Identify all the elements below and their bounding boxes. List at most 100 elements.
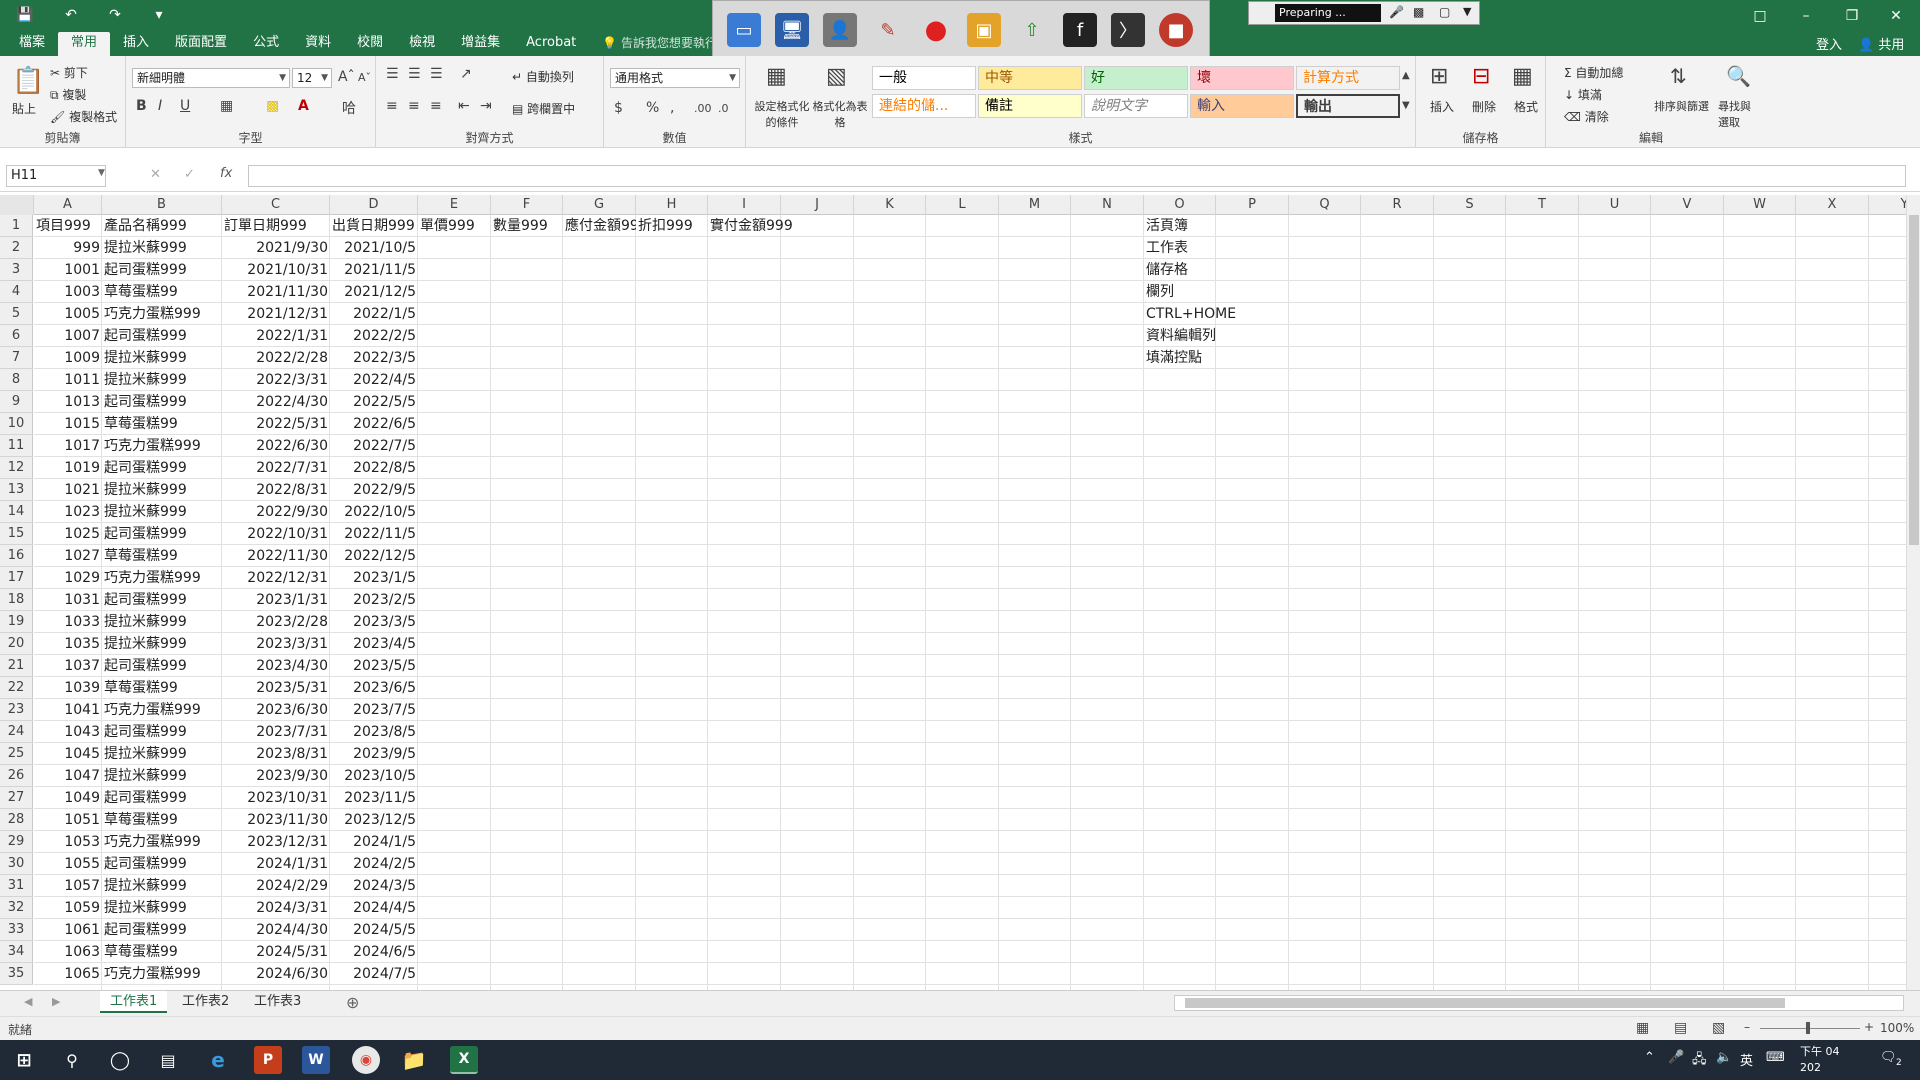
- style-normal[interactable]: 一般: [872, 66, 976, 90]
- cell[interactable]: 2022/11/30: [222, 545, 330, 567]
- cell[interactable]: 1011: [34, 369, 102, 391]
- powerpoint-icon[interactable]: P: [254, 1046, 282, 1074]
- column-header-f[interactable]: F: [491, 195, 563, 215]
- cell[interactable]: 2023/2/5: [330, 589, 418, 611]
- row-header[interactable]: 19: [0, 611, 33, 633]
- select-all-corner[interactable]: [0, 195, 34, 215]
- cell[interactable]: 2022/12/5: [330, 545, 418, 567]
- ime-indicator[interactable]: 英: [1740, 1050, 1753, 1069]
- style-note[interactable]: 備註: [978, 94, 1082, 118]
- cell[interactable]: 1025: [34, 523, 102, 545]
- cell[interactable]: 2023/10/31: [222, 787, 330, 809]
- align-right-icon[interactable]: ≡: [430, 98, 442, 114]
- cell[interactable]: 2023/9/30: [222, 765, 330, 787]
- cell[interactable]: 2023/10/5: [330, 765, 418, 787]
- column-header-c[interactable]: C: [222, 195, 330, 215]
- cell[interactable]: 提拉米蘇999: [102, 743, 222, 765]
- column-header-s[interactable]: S: [1434, 195, 1506, 215]
- conditional-format-icon[interactable]: ▦: [766, 64, 787, 89]
- cell[interactable]: 1045: [34, 743, 102, 765]
- style-bad[interactable]: 壞: [1190, 66, 1294, 90]
- column-header-n[interactable]: N: [1071, 195, 1144, 215]
- terminal-icon[interactable]: 〉: [1111, 13, 1145, 47]
- sort-filter-icon[interactable]: ⇅: [1670, 64, 1687, 88]
- delete-cells-icon[interactable]: ⊟: [1472, 64, 1490, 89]
- format-painter-button[interactable]: 🖌 複製格式: [50, 108, 117, 125]
- row-header[interactable]: 20: [0, 633, 33, 655]
- add-sheet-icon[interactable]: ⊕: [346, 993, 359, 1012]
- styles-more-icon[interactable]: ▼: [1402, 100, 1410, 111]
- sort-filter-button[interactable]: 排序與篩選: [1654, 98, 1709, 114]
- cell[interactable]: 2022/1/31: [222, 325, 330, 347]
- row-header[interactable]: 1: [0, 215, 33, 237]
- edge-icon[interactable]: e: [204, 1046, 232, 1074]
- page-break-view-icon[interactable]: ▧: [1712, 1020, 1725, 1036]
- cell[interactable]: 2023/8/31: [222, 743, 330, 765]
- dropdown-icon[interactable]: ▼: [1463, 5, 1471, 18]
- pen-icon[interactable]: ✎: [871, 13, 905, 47]
- row-header[interactable]: 3: [0, 259, 33, 281]
- notification-icon[interactable]: 🗨: [1880, 1050, 1897, 1065]
- row-header[interactable]: 22: [0, 677, 33, 699]
- sheet-tab-3[interactable]: 工作表3: [244, 991, 311, 1013]
- cell[interactable]: 2022/8/31: [222, 479, 330, 501]
- find-select-button[interactable]: 尋找與選取: [1718, 98, 1754, 130]
- row-header[interactable]: 18: [0, 589, 33, 611]
- cell[interactable]: 2024/7/5: [330, 963, 418, 985]
- cut-button[interactable]: ✂ 剪下: [50, 64, 88, 81]
- shrink-font-icon[interactable]: Aˇ: [358, 71, 371, 84]
- cell[interactable]: 2022/4/30: [222, 391, 330, 413]
- column-header-a[interactable]: A: [34, 195, 102, 215]
- currency-icon[interactable]: $: [614, 100, 623, 116]
- cell[interactable]: 提拉米蘇999: [102, 897, 222, 919]
- zoom-level[interactable]: 100%: [1880, 1021, 1914, 1035]
- row-header[interactable]: 33: [0, 919, 33, 941]
- cell[interactable]: 1015: [34, 413, 102, 435]
- cell[interactable]: 起司蛋糕999: [102, 589, 222, 611]
- cell[interactable]: 1033: [34, 611, 102, 633]
- insert-function-icon[interactable]: fx: [220, 166, 232, 181]
- cell[interactable]: 2022/7/5: [330, 435, 418, 457]
- cell[interactable]: 草莓蛋糕99: [102, 281, 222, 303]
- vertical-scrollbar[interactable]: [1906, 195, 1920, 990]
- cell[interactable]: 起司蛋糕999: [102, 721, 222, 743]
- chrome-icon[interactable]: ◉: [352, 1046, 380, 1074]
- cell[interactable]: 巧克力蛋糕999: [102, 699, 222, 721]
- row-header[interactable]: 8: [0, 369, 33, 391]
- cell[interactable]: 2022/11/5: [330, 523, 418, 545]
- cell[interactable]: 提拉米蘇999: [102, 501, 222, 523]
- cell[interactable]: 1031: [34, 589, 102, 611]
- cell[interactable]: 儲存格: [1144, 259, 1264, 281]
- cell[interactable]: 草莓蛋糕99: [102, 545, 222, 567]
- cortana-icon[interactable]: ◯: [106, 1046, 134, 1074]
- tray-expand-icon[interactable]: ⌃: [1644, 1050, 1655, 1065]
- row-header[interactable]: 29: [0, 831, 33, 853]
- cell[interactable]: 2022/10/5: [330, 501, 418, 523]
- row-header[interactable]: 2: [0, 237, 33, 259]
- cell[interactable]: 起司蛋糕999: [102, 853, 222, 875]
- tab-insert[interactable]: 插入: [110, 32, 162, 56]
- share-button[interactable]: 👤 共用: [1858, 34, 1904, 53]
- sheet-tab-2[interactable]: 工作表2: [172, 991, 239, 1013]
- cell[interactable]: 訂單日期999: [222, 215, 330, 237]
- cell[interactable]: 活頁簿: [1144, 215, 1264, 237]
- cell[interactable]: 2024/6/30: [222, 963, 330, 985]
- cell[interactable]: 1043: [34, 721, 102, 743]
- horizontal-scroll-thumb[interactable]: [1185, 998, 1785, 1008]
- font-name-combo[interactable]: 新細明體 ▼: [132, 68, 290, 88]
- italic-button[interactable]: I: [158, 98, 162, 114]
- cell[interactable]: 2022/7/31: [222, 457, 330, 479]
- column-header-o[interactable]: O: [1144, 195, 1216, 215]
- row-header[interactable]: 10: [0, 413, 33, 435]
- decrease-indent-icon[interactable]: ⇤: [458, 98, 470, 114]
- font-size-combo[interactable]: 12 ▼: [292, 68, 332, 88]
- sheet-tab-1[interactable]: 工作表1: [100, 991, 168, 1013]
- clear-button[interactable]: ⌫ 清除: [1564, 108, 1609, 125]
- row-header[interactable]: 27: [0, 787, 33, 809]
- delete-cells-button[interactable]: 刪除: [1472, 98, 1496, 115]
- column-header-g[interactable]: G: [563, 195, 636, 215]
- cell[interactable]: 巧克力蛋糕999: [102, 831, 222, 853]
- zoom-in-icon[interactable]: +: [1864, 1020, 1874, 1034]
- border-icon[interactable]: ▦: [220, 98, 233, 114]
- worksheet-grid[interactable]: ABCDEFGHIJKLMNOPQRSTUVWXY 1 2 3 4 5 6 7 8 9 10 11 1…: [0, 195, 1906, 990]
